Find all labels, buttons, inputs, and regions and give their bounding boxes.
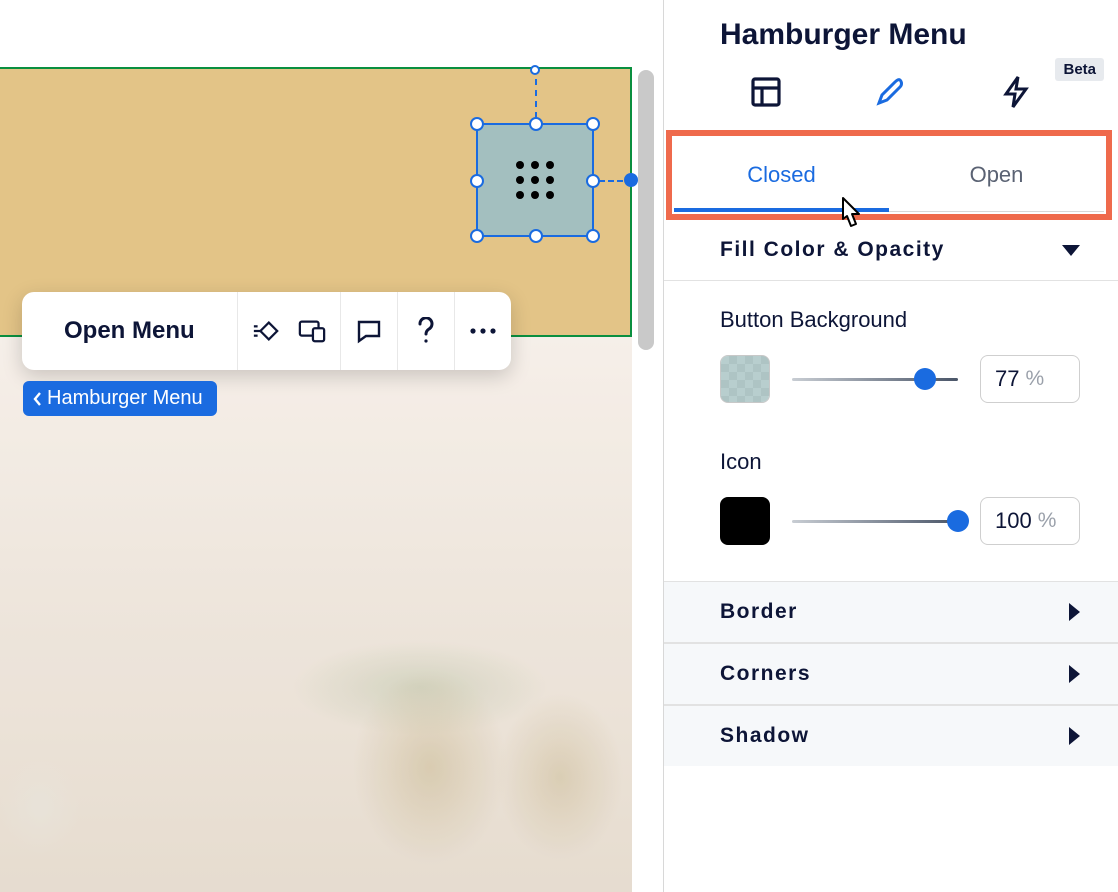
help-icon[interactable] [412, 317, 440, 345]
panel-title: Hamburger Menu [664, 0, 1118, 64]
slider-thumb[interactable] [914, 368, 936, 390]
resize-handle-bottom-right[interactable] [586, 229, 600, 243]
opacity-unit: % [1038, 509, 1057, 533]
panel-mode-tabs: Beta [664, 64, 1118, 130]
comment-icon[interactable] [355, 317, 383, 345]
open-menu-button[interactable]: Open Menu [36, 317, 223, 345]
opacity-value: 77 [995, 366, 1019, 392]
hero-image [0, 337, 632, 892]
chevron-right-icon [1069, 727, 1080, 745]
icon-label: Icon [720, 449, 1080, 475]
canvas-scrollbar[interactable] [638, 70, 654, 350]
icon-color-swatch[interactable] [720, 497, 770, 545]
element-toolbar: Open Menu [22, 292, 511, 370]
section-shadow[interactable]: Shadow [664, 705, 1118, 766]
layout-mode-icon[interactable] [746, 72, 786, 112]
icon-opacity-slider[interactable] [792, 520, 958, 523]
state-tabs: Closed Open [674, 138, 1104, 212]
opacity-unit: % [1025, 367, 1044, 391]
design-panel: Hamburger Menu Beta Closed Open Fill Col… [663, 0, 1118, 892]
resize-handle-right[interactable] [586, 174, 600, 188]
icon-opacity-input[interactable]: 100 % [980, 497, 1080, 545]
resize-handle-top-left[interactable] [470, 117, 484, 131]
highlighted-region: Closed Open [666, 130, 1112, 220]
section-border[interactable]: Border [664, 581, 1118, 643]
button-background-opacity-input[interactable]: 77 % [980, 355, 1080, 403]
chevron-right-icon [1069, 665, 1080, 683]
tab-open[interactable]: Open [889, 138, 1104, 212]
resize-handle-top[interactable] [529, 117, 543, 131]
resize-handle-left[interactable] [470, 174, 484, 188]
button-background-opacity-slider[interactable] [792, 378, 958, 381]
responsive-icon[interactable] [298, 317, 326, 345]
breadcrumb[interactable]: Hamburger Menu [23, 381, 217, 416]
breadcrumb-label: Hamburger Menu [47, 387, 203, 410]
section-title: Border [720, 600, 798, 624]
chevron-right-icon [1069, 603, 1080, 621]
section-title: Shadow [720, 724, 810, 748]
animation-icon[interactable] [252, 317, 280, 345]
spacing-guide-top-anchor[interactable] [530, 65, 540, 75]
button-background-color-swatch[interactable] [720, 355, 770, 403]
spacing-guide-right-anchor[interactable] [624, 173, 638, 187]
resize-handle-bottom-left[interactable] [470, 229, 484, 243]
button-background-label: Button Background [720, 307, 1080, 333]
chevron-left-icon [33, 391, 43, 407]
resize-handle-bottom[interactable] [529, 229, 543, 243]
opacity-value: 100 [995, 508, 1032, 534]
tab-closed[interactable]: Closed [674, 138, 889, 212]
section-corners[interactable]: Corners [664, 643, 1118, 705]
actions-mode-icon[interactable] [996, 72, 1036, 112]
canvas-area[interactable]: Open Menu Hamburger Menu [0, 0, 663, 892]
slider-thumb[interactable] [947, 510, 969, 532]
resize-handle-top-right[interactable] [586, 117, 600, 131]
hamburger-dots-icon [516, 161, 554, 199]
chevron-down-icon [1062, 245, 1080, 256]
more-icon[interactable] [469, 317, 497, 345]
section-title: Fill Color & Opacity [720, 238, 945, 262]
design-mode-icon[interactable] [871, 72, 911, 112]
selected-hamburger-element[interactable] [476, 123, 594, 237]
spacing-guide-top [535, 68, 537, 118]
section-fill-color-opacity[interactable]: Fill Color & Opacity [664, 220, 1118, 281]
section-title: Corners [720, 662, 811, 686]
beta-badge: Beta [1055, 58, 1104, 81]
fill-section-body: Button Background 77 % Icon 100 % [664, 281, 1118, 581]
